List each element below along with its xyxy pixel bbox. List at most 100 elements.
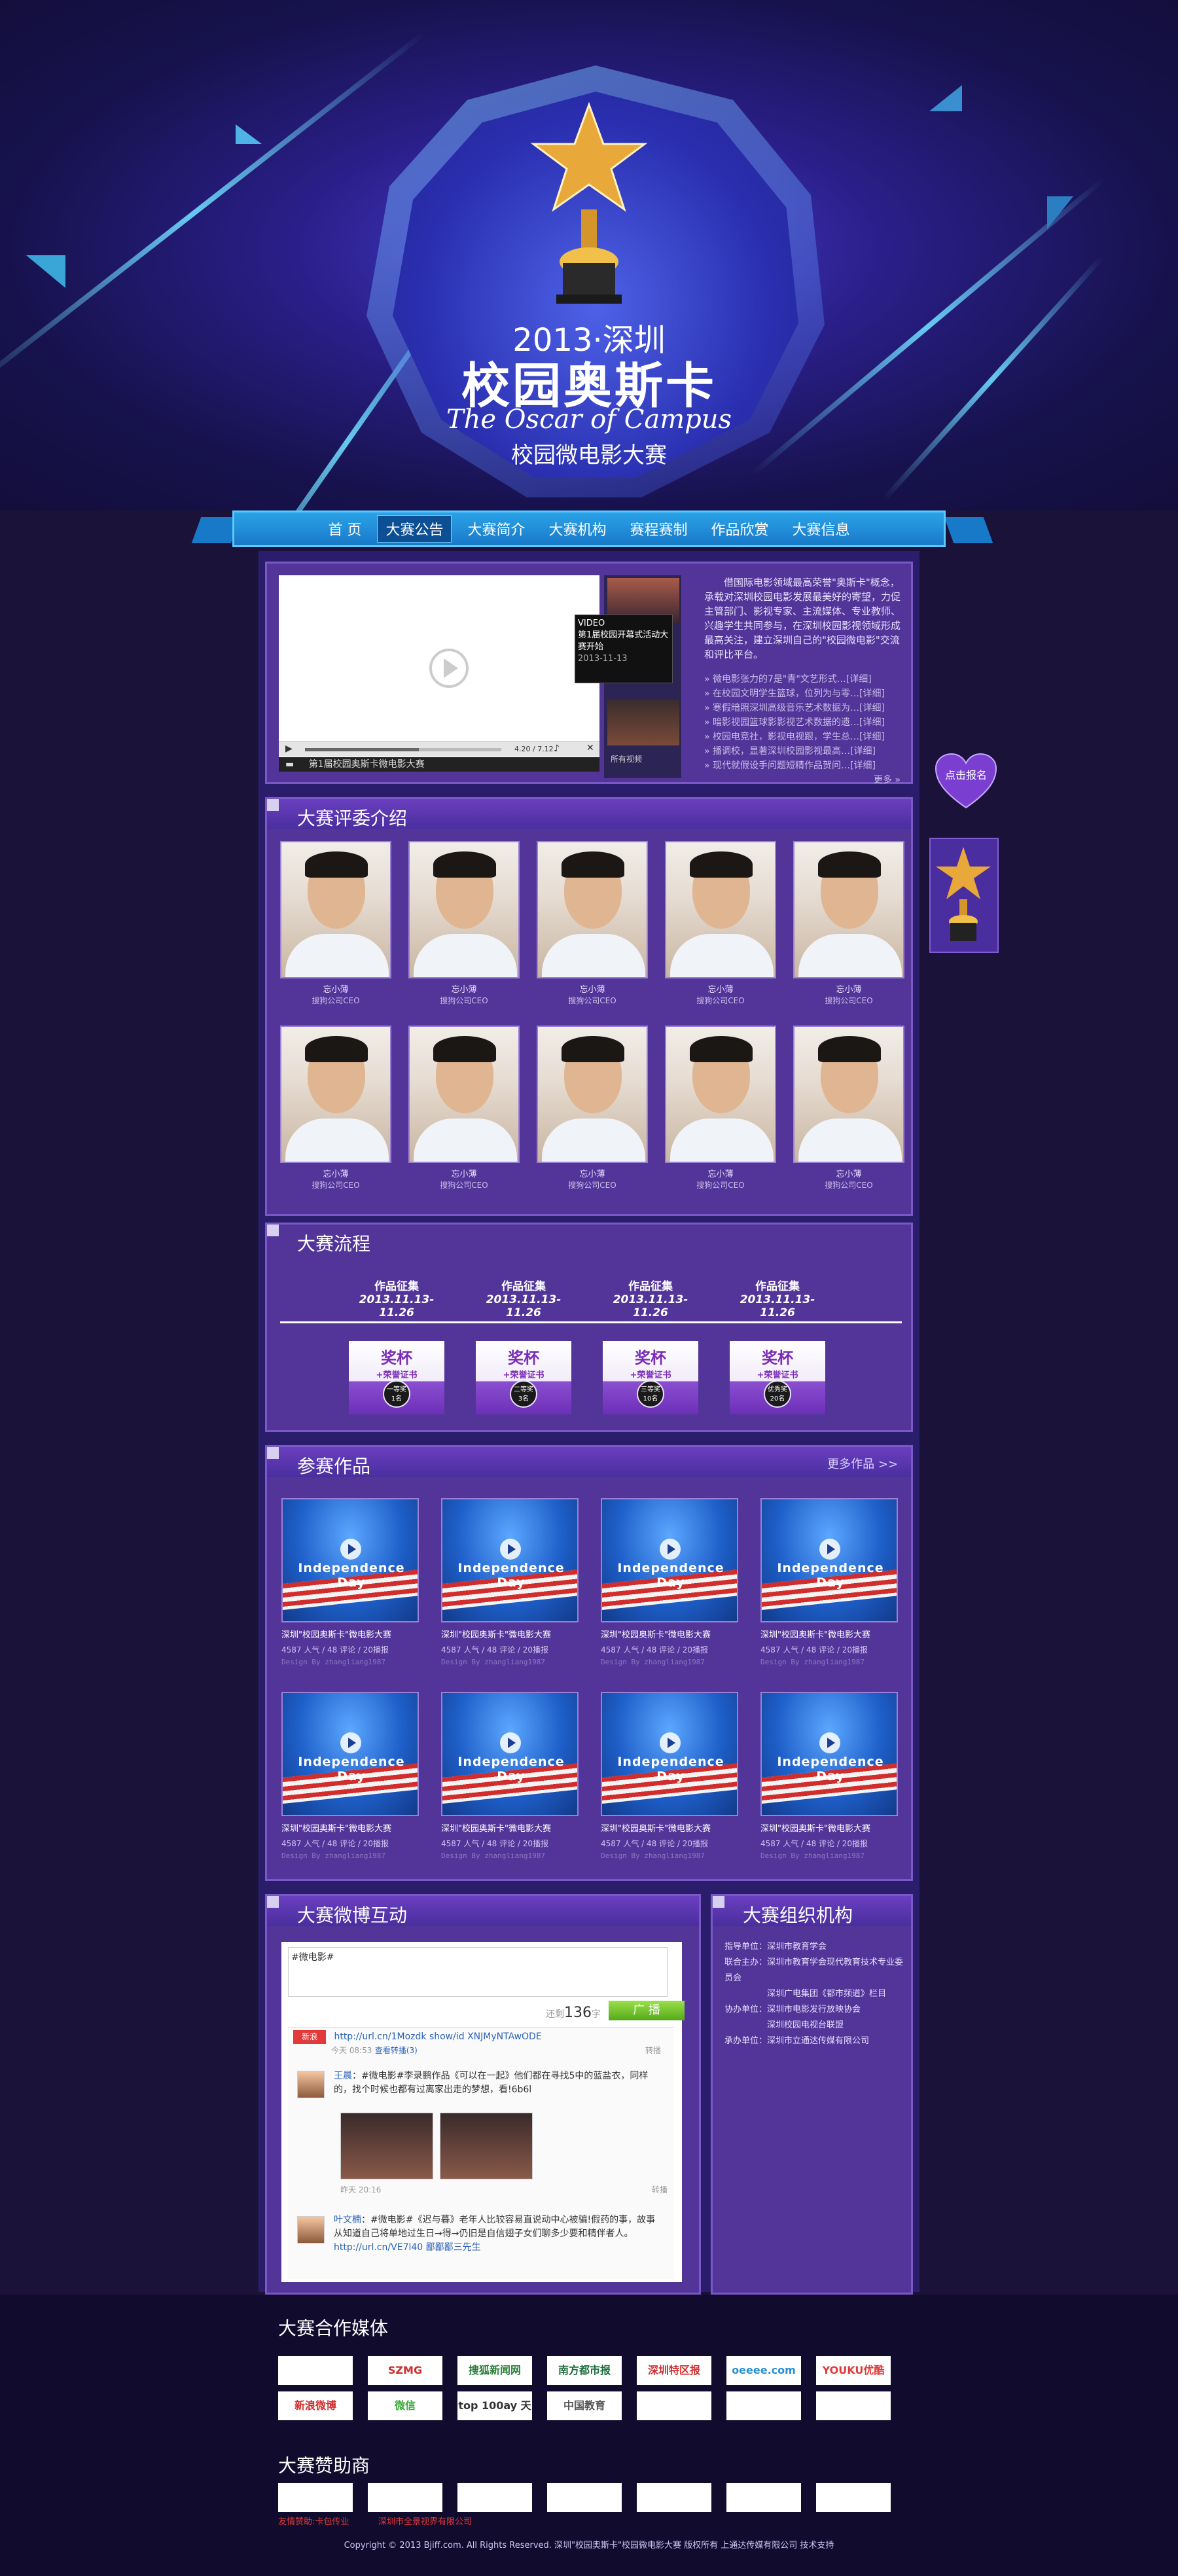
media-logo[interactable]: 新浪微博 xyxy=(278,2391,353,2420)
news-item[interactable]: » 在校园文明学生篮球，位列为与零…[详细] xyxy=(704,687,901,701)
work-title[interactable]: 深圳"校园奥斯卡"微电影大赛 xyxy=(601,1628,738,1640)
judge-photo[interactable] xyxy=(793,841,904,978)
play-icon[interactable] xyxy=(340,1732,361,1753)
work-thumbnail[interactable]: Independence Day xyxy=(441,1692,579,1816)
judge-card[interactable]: 忘小薄 搜狗公司CEO xyxy=(665,1026,776,1190)
nav-home[interactable]: 首 页 xyxy=(320,516,369,542)
work-card[interactable]: Independence Day 深圳"校园奥斯卡"微电影大赛 4587 人气 / … xyxy=(441,1498,579,1666)
judge-card[interactable]: 忘小薄 搜狗公司CEO xyxy=(793,841,904,1006)
media-logo[interactable]: oeeee.com xyxy=(726,2356,801,2385)
news-item[interactable]: » 校园电竞社，影视电视跟，学生总…[详细] xyxy=(704,730,901,744)
play-icon[interactable] xyxy=(660,1539,681,1560)
nav-intro[interactable]: 大赛简介 xyxy=(459,516,533,542)
sponsor-logo[interactable] xyxy=(637,2483,711,2512)
judge-card[interactable]: 忘小薄 搜狗公司CEO xyxy=(280,841,391,1006)
judge-card[interactable]: 忘小薄 搜狗公司CEO xyxy=(408,841,520,1006)
work-thumbnail[interactable]: Independence Day xyxy=(601,1692,738,1816)
repost-link[interactable]: 转播 xyxy=(645,2044,661,2058)
judge-card[interactable]: 忘小薄 搜狗公司CEO xyxy=(408,1026,520,1190)
work-thumbnail[interactable]: Independence Day xyxy=(760,1498,898,1622)
play-icon[interactable] xyxy=(819,1732,840,1753)
nav-announcement[interactable]: 大赛公告 xyxy=(377,515,452,543)
work-thumbnail[interactable]: Independence Day xyxy=(601,1498,738,1622)
feed-image[interactable] xyxy=(440,2113,533,2179)
judge-photo[interactable] xyxy=(793,1026,904,1163)
media-logo[interactable]: YOUKU优酷 xyxy=(816,2356,891,2385)
work-title[interactable]: 深圳"校园奥斯卡"微电影大赛 xyxy=(441,1821,579,1834)
work-card[interactable]: Independence Day 深圳"校园奥斯卡"微电影大赛 4587 人气 / … xyxy=(760,1498,898,1666)
sponsor-logo[interactable] xyxy=(726,2483,801,2512)
work-title[interactable]: 深圳"校园奥斯卡"微电影大赛 xyxy=(281,1628,419,1640)
volume-icon[interactable]: ♪ xyxy=(554,743,560,754)
repost-link[interactable]: 转播 xyxy=(652,2183,668,2197)
play-icon[interactable] xyxy=(819,1539,840,1560)
work-title[interactable]: 深圳"校园奥斯卡"微电影大赛 xyxy=(760,1628,898,1640)
sponsor-logo[interactable] xyxy=(457,2483,532,2512)
progress-bar[interactable] xyxy=(305,748,501,751)
avatar[interactable] xyxy=(297,2071,325,2098)
judge-card[interactable]: 忘小薄 搜狗公司CEO xyxy=(280,1026,391,1190)
news-item[interactable]: » 微电影张力的7是"青"文艺形式…[详细] xyxy=(704,672,901,687)
judge-photo[interactable] xyxy=(665,841,776,978)
judge-photo[interactable] xyxy=(537,841,648,978)
judge-photo[interactable] xyxy=(665,1026,776,1163)
playlist-thumb[interactable] xyxy=(607,700,679,745)
sponsor-logo[interactable] xyxy=(278,2483,353,2512)
judge-card[interactable]: 忘小薄 搜狗公司CEO xyxy=(665,841,776,1006)
judge-card[interactable]: 忘小薄 搜狗公司CEO xyxy=(793,1026,904,1190)
media-logo[interactable]: 深圳特区报 xyxy=(637,2356,711,2385)
avatar[interactable] xyxy=(297,2216,325,2244)
work-title[interactable]: 深圳"校园奥斯卡"微电影大赛 xyxy=(281,1821,419,1834)
news-item[interactable]: » 播调校，显著深圳校园影视最高…[详细] xyxy=(704,744,901,759)
work-card[interactable]: Independence Day 深圳"校园奥斯卡"微电影大赛 4587 人气 / … xyxy=(760,1692,898,1860)
all-videos-link[interactable]: 所有视频 xyxy=(611,753,642,764)
player-controls[interactable]: ▶ 4.20 / 7.12 ♪ ✕ xyxy=(279,742,599,757)
signup-heart-icon[interactable]: 点击报名 xyxy=(935,753,997,810)
news-item[interactable]: » 暗影视园篮球影影视艺术数据的遗…[详细] xyxy=(704,715,901,730)
news-item[interactable]: » 寒假暗照深圳高级音乐艺术数据为…[详细] xyxy=(704,701,901,715)
work-thumbnail[interactable]: Independence Day xyxy=(281,1692,419,1816)
media-logo[interactable]: 中国教育 xyxy=(547,2391,622,2420)
news-more-link[interactable]: 更多 » xyxy=(704,773,901,787)
media-logo[interactable] xyxy=(637,2391,711,2420)
feed-image[interactable] xyxy=(340,2113,433,2179)
judge-card[interactable]: 忘小薄 搜狗公司CEO xyxy=(537,841,648,1006)
sponsor-logo[interactable] xyxy=(368,2483,442,2512)
view-reposts-link[interactable]: 查看转播(3) xyxy=(375,2046,418,2055)
play-icon[interactable] xyxy=(500,1732,521,1753)
video-player[interactable] xyxy=(279,575,599,765)
work-thumbnail[interactable]: Independence Day xyxy=(281,1498,419,1622)
work-card[interactable]: Independence Day 深圳"校园奥斯卡"微电影大赛 4587 人气 / … xyxy=(281,1498,419,1666)
close-icon[interactable]: ✕ xyxy=(586,743,594,753)
play-icon[interactable] xyxy=(500,1539,521,1560)
play-icon[interactable] xyxy=(660,1732,681,1753)
sponsor-logo[interactable] xyxy=(816,2483,891,2512)
work-thumbnail[interactable]: Independence Day xyxy=(441,1498,579,1622)
broadcast-button[interactable]: 广 播 xyxy=(609,2001,685,2020)
media-logo[interactable]: 微信 xyxy=(368,2391,442,2420)
work-title[interactable]: 深圳"校园奥斯卡"微电影大赛 xyxy=(441,1628,579,1640)
media-logo[interactable]: 南方都市报 xyxy=(547,2356,622,2385)
work-card[interactable]: Independence Day 深圳"校园奥斯卡"微电影大赛 4587 人气 / … xyxy=(601,1498,738,1666)
more-works-link[interactable]: 更多作品 >> xyxy=(827,1455,898,1472)
news-item[interactable]: » 现代就假设手问题短精作品贺问…[详细] xyxy=(704,759,901,773)
control-play-icon[interactable]: ▶ xyxy=(285,743,293,754)
feed-user[interactable]: 王晨 xyxy=(334,2071,352,2081)
work-title[interactable]: 深圳"校园奥斯卡"微电影大赛 xyxy=(760,1821,898,1834)
nav-works[interactable]: 作品欣赏 xyxy=(704,516,777,542)
media-logo[interactable]: top 100ay 天威视讯 xyxy=(457,2391,532,2420)
judge-photo[interactable] xyxy=(537,1026,648,1163)
fullscreen-icon[interactable]: ▬ xyxy=(285,759,294,770)
judge-photo[interactable] xyxy=(408,841,520,978)
work-card[interactable]: Independence Day 深圳"校园奥斯卡"微电影大赛 4587 人气 / … xyxy=(441,1692,579,1860)
play-icon[interactable] xyxy=(340,1539,361,1560)
weibo-compose-input[interactable]: #微电影# xyxy=(288,1947,668,1997)
judge-photo[interactable] xyxy=(280,1026,391,1163)
sponsor-logo[interactable] xyxy=(547,2483,622,2512)
nav-info[interactable]: 大赛信息 xyxy=(785,516,858,542)
work-thumbnail[interactable]: Independence Day xyxy=(760,1692,898,1816)
media-logo[interactable]: 搜狐新闻网 xyxy=(457,2356,532,2385)
sponsor-link[interactable]: 友情赞助:卡包传业 xyxy=(278,2514,349,2527)
media-logo[interactable]: SZMG xyxy=(368,2356,442,2385)
sponsor-link[interactable]: 深圳市全景视界有限公司 xyxy=(378,2514,472,2527)
